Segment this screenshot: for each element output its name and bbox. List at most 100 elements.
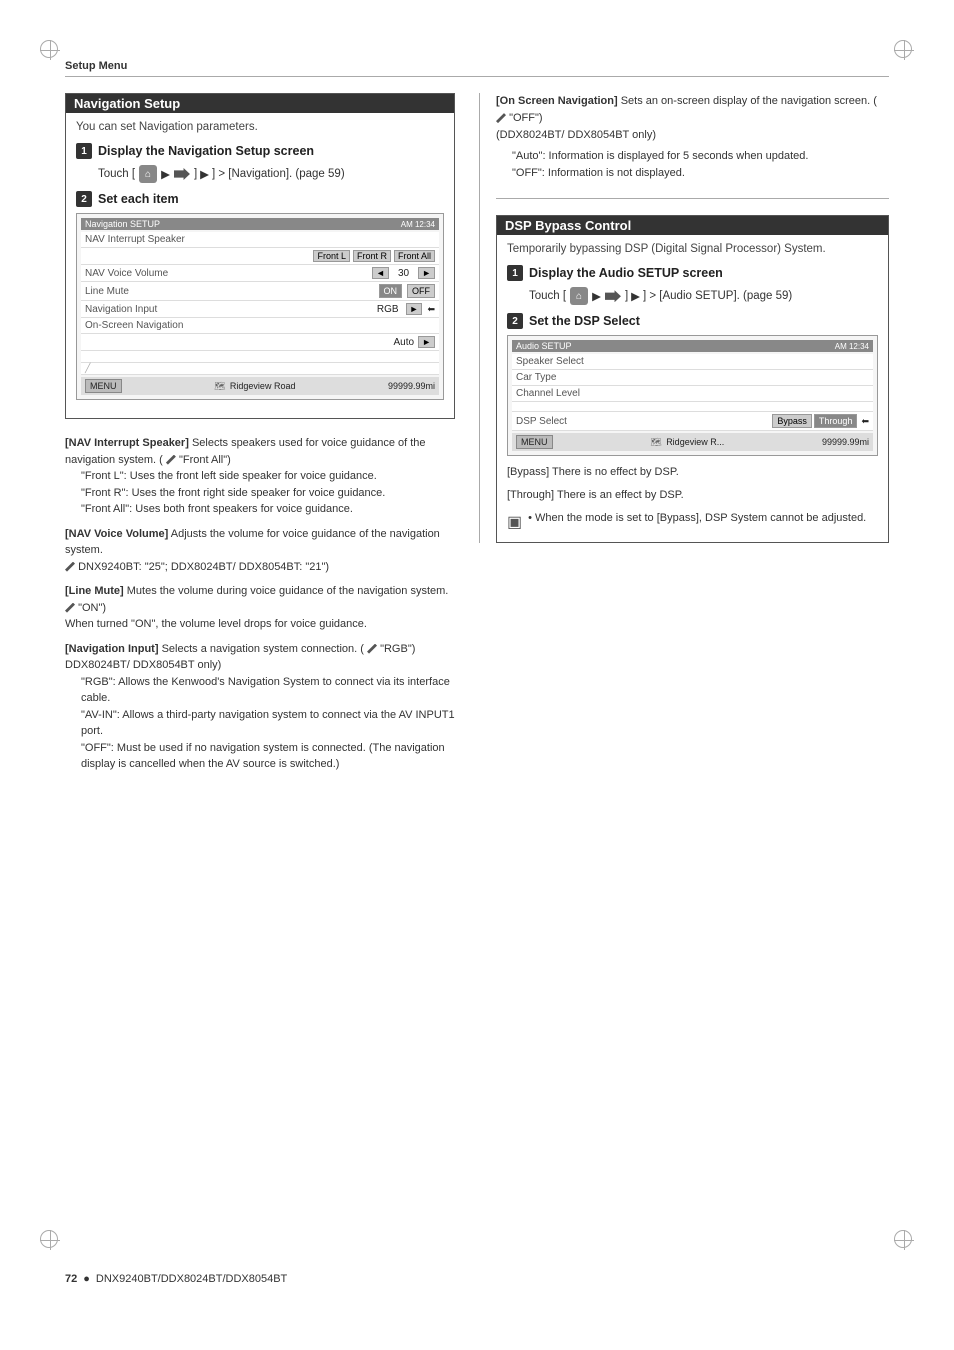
desc-volume: [NAV Voice Volume] Adjusts the volume fo… (65, 526, 455, 576)
vol-value: 30 (398, 268, 409, 279)
nav-row-interrupt: NAV Interrupt Speaker (81, 232, 439, 248)
nav-input-btn[interactable]: ► (406, 303, 423, 315)
desc-navinput: [Navigation Input] Selects a navigation … (65, 641, 455, 773)
bracket-close: ] (194, 168, 197, 180)
dsp-bypass-subtitle: Temporarily bypassing DSP (Digital Signa… (507, 243, 878, 255)
nav-setup-title: Navigation Setup (66, 94, 454, 113)
audio-screen-header-title: Audio SETUP (516, 341, 572, 351)
nav-step1-title: Display the Navigation Setup screen (98, 144, 314, 158)
dsp-step1-instruction: Touch [ ⌂ ▶ ] ▶ ] > [Audio SETUP]. (page… (529, 287, 878, 305)
nav-road-name: 🗺 Ridgeview Road (214, 381, 296, 392)
nav-input-value: RGB (377, 304, 399, 315)
dsp-step2-num: 2 (507, 313, 523, 329)
audio-row-speaker: Speaker Select (512, 354, 873, 370)
front-l-btn[interactable]: Front L (313, 250, 350, 262)
nav-screen-header-title: Navigation SETUP (85, 219, 160, 229)
setup-menu-label: Setup Menu (65, 60, 889, 77)
bypass-desc: [Bypass] There is no effect by DSP. (507, 464, 878, 481)
vol-up-btn[interactable]: ► (418, 267, 435, 279)
pencil-icon-1 (166, 455, 176, 465)
nav-menu-btn[interactable]: MENU (85, 379, 122, 393)
dsp-bypass-btn[interactable]: Bypass (772, 414, 812, 428)
right-column: [On Screen Navigation] Sets an on-screen… (479, 93, 889, 781)
dsp-through-btn[interactable]: Through (814, 414, 858, 428)
dsp-bypass-title: DSP Bypass Control (497, 216, 888, 235)
note-icon: ▣ (507, 512, 522, 532)
nav-screen-bottom: MENU 🗺 Ridgeview Road 99999.99mi (81, 377, 439, 395)
nav-input-icon: ⬅ (427, 304, 435, 315)
dsp-step2-title: Set the DSP Select (529, 314, 640, 328)
desc-interrupt: [NAV Interrupt Speaker] Selects speakers… (65, 435, 455, 518)
dsp-step1-header: 1 Display the Audio SETUP screen (507, 265, 878, 281)
pencil-icon-5 (496, 113, 506, 123)
arrow-icon-2 (605, 290, 621, 302)
nav-step1-instruction-end: ] > [Navigation]. (page 59) (212, 168, 345, 180)
dsp-note-box: ▣ • When the mode is set to [Bypass], DS… (507, 512, 878, 532)
left-column: Navigation Setup You can set Navigation … (65, 93, 455, 781)
dsp-bracket: ] (625, 290, 628, 302)
nav-row-empty1 (81, 351, 439, 363)
audio-row-cartype: Car Type (512, 370, 873, 386)
dsp-note-text: When the mode is set to [Bypass], DSP Sy… (535, 512, 866, 524)
pencil-icon-4 (367, 644, 377, 654)
nav-row-input: Navigation Input RGB ► ⬅ (81, 301, 439, 318)
right-column-inner: [On Screen Navigation] Sets an on-screen… (479, 93, 889, 543)
reg-mark-tr (894, 40, 914, 60)
desc-linemute: [Line Mute] Mutes the volume during voic… (65, 583, 455, 633)
vol-down-btn[interactable]: ◄ (372, 267, 389, 279)
nav-step1-instruction: Touch [ ⌂ ▶ ] ▶ ] > [Navigation]. (page … (98, 165, 444, 183)
page-footer: 72 ● DNX9240BT/DDX8024BT/DDX8054BT (65, 1273, 287, 1285)
nav-screen-clock: AM 12:34 (401, 220, 435, 229)
dsp-step1-title: Display the Audio SETUP screen (529, 266, 723, 280)
nav-odometer: 99999.99mi (388, 381, 435, 391)
line-mute-off-btn[interactable]: OFF (407, 284, 435, 298)
dsp-arrow2: ▶ (631, 289, 640, 303)
dsp-step1-num: 1 (507, 265, 523, 281)
reg-mark-bl (40, 1230, 60, 1250)
pencil-icon-2 (65, 562, 75, 572)
audio-row-empty (512, 402, 873, 412)
nav-step2-title: Set each item (98, 192, 179, 206)
dsp-bypass-section: DSP Bypass Control Temporarily bypassing… (496, 215, 889, 543)
nav-setup-subtitle: You can set Navigation parameters. (76, 121, 444, 133)
home-icon-2: ⌂ (570, 287, 588, 305)
nav-screen: Navigation SETUP AM 12:34 NAV Interrupt … (76, 213, 444, 400)
nav-row-volume: NAV Voice Volume ◄ 30 ► (81, 265, 439, 282)
nav-step2-num: 2 (76, 191, 92, 207)
home-icon: ⌂ (139, 165, 157, 183)
divider-1 (496, 198, 889, 199)
page-number: 72 (65, 1273, 77, 1285)
line-mute-on-btn[interactable]: ON (379, 284, 403, 298)
dsp-note-bullet: • (528, 512, 535, 524)
audio-row-dsp[interactable]: DSP Select Bypass Through ⬅ (512, 412, 873, 431)
audio-menu-btn[interactable]: MENU (516, 435, 553, 449)
nav-row-empty2: ╱ (81, 363, 439, 375)
dsp-step2-header: 2 Set the DSP Select (507, 313, 878, 329)
nav-row-interrupt-btns[interactable]: Front L Front R Front All (81, 248, 439, 265)
dsp-select-icon: ⬅ (861, 416, 869, 427)
reg-mark-br (894, 1230, 914, 1250)
dsp-arrow1: ▶ (592, 289, 601, 303)
footer-model: DNX9240BT/DDX8024BT/DDX8054BT (96, 1273, 287, 1285)
pencil-icon-3 (65, 603, 75, 613)
nav-step1-num: 1 (76, 143, 92, 159)
onscreen-btn[interactable]: ► (418, 336, 435, 348)
reg-mark-tl (40, 40, 60, 60)
nav-desc-list: [NAV Interrupt Speaker] Selects speakers… (65, 435, 455, 773)
bullet-sep: ● (83, 1273, 90, 1285)
nav-row-onscreen-val[interactable]: Auto ► (81, 334, 439, 351)
front-all-btn[interactable]: Front All (394, 250, 435, 262)
audio-screen-clock: AM 12:34 (835, 342, 869, 351)
nav-row-onscreen: On-Screen Navigation (81, 318, 439, 334)
front-r-btn[interactable]: Front R (353, 250, 391, 262)
nav-step1-header: 1 Display the Navigation Setup screen (76, 143, 444, 159)
arrow2: ▶ (200, 167, 209, 181)
audio-screen: Audio SETUP AM 12:34 Speaker Select Car … (507, 335, 878, 456)
audio-road-name: 🗺 Ridgeview R... (650, 437, 724, 448)
arrow-icon-1 (174, 168, 190, 180)
nav-row-linemute: Line Mute ON OFF (81, 282, 439, 301)
audio-screen-bottom: MENU 🗺 Ridgeview R... 99999.99mi (512, 433, 873, 451)
audio-row-channel: Channel Level (512, 386, 873, 402)
on-screen-nav-section: [On Screen Navigation] Sets an on-screen… (496, 93, 889, 182)
through-desc: [Through] There is an effect by DSP. (507, 487, 878, 504)
